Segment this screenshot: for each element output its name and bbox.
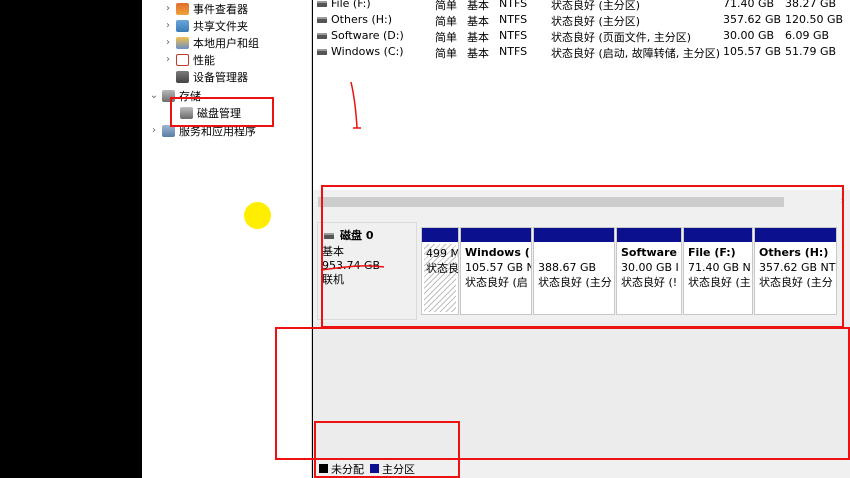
tree-item-label: 共享文件夹: [193, 19, 248, 33]
chevron-right-icon[interactable]: ›: [162, 54, 174, 65]
volume-row[interactable]: File (F:) 简单 基本 NTFS 状态良好 (主分区) 71.40 GB…: [313, 0, 850, 12]
volume-type: 基本: [467, 47, 489, 60]
event-viewer-icon: [176, 2, 189, 15]
chevron-right-icon[interactable]: ›: [162, 3, 174, 14]
volume-status: 状态良好 (主分区): [551, 15, 641, 28]
device-manager-icon: [176, 70, 189, 83]
performance-icon: [176, 53, 189, 66]
volume-status: 状态良好 (页面文件, 主分区): [551, 31, 692, 44]
shared-folder-icon: [176, 19, 189, 32]
tree-item-event-viewer[interactable]: › 事件查看器: [162, 0, 248, 17]
volume-name: Others (H:): [331, 13, 393, 26]
volume-row[interactable]: Software (D:) 简单 基本 NTFS 状态良好 (页面文件, 主分区…: [313, 28, 850, 44]
volume-fs: NTFS: [499, 13, 528, 26]
tree-item-label: 性能: [193, 53, 215, 67]
volume-type: 基本: [467, 31, 489, 44]
annotation-box-legend: [314, 421, 460, 478]
volume-free: 51.79 GB: [785, 45, 837, 58]
volume-type: 基本: [467, 15, 489, 28]
tree-item-label: 事件查看器: [193, 2, 248, 16]
volume-name: Software (D:): [331, 29, 404, 42]
volume-fs: NTFS: [499, 0, 528, 10]
volume-fs: NTFS: [499, 29, 528, 42]
volume-row[interactable]: Windows (C:) 简单 基本 NTFS 状态良好 (启动, 故障转储, …: [313, 44, 850, 60]
volume-icon: [317, 33, 327, 39]
volume-list: File (F:) 简单 基本 NTFS 状态良好 (主分区) 71.40 GB…: [313, 0, 850, 190]
volume-layout: 简单: [435, 47, 457, 60]
tree-item-performance[interactable]: › 性能: [162, 51, 215, 68]
volume-icon: [317, 17, 327, 23]
volume-icon: [317, 49, 327, 55]
volume-layout: 简单: [435, 31, 457, 44]
volume-capacity: 30.00 GB: [723, 29, 775, 42]
volume-name: Windows (C:): [331, 45, 404, 58]
tree-item-device-manager[interactable]: 设备管理器: [174, 68, 248, 85]
volume-name: File (F:): [331, 0, 371, 10]
volume-capacity: 71.40 GB: [723, 0, 775, 10]
volume-fs: NTFS: [499, 45, 528, 58]
local-users-icon: [176, 36, 189, 49]
volume-capacity: 105.57 GB: [723, 45, 782, 58]
volume-layout: 简单: [435, 15, 457, 28]
tree-item-local-users[interactable]: › 本地用户和组: [162, 34, 259, 51]
volume-free: 38.27 GB: [785, 0, 837, 10]
volume-capacity: 357.62 GB: [723, 13, 782, 26]
left-black-margin: [0, 0, 142, 478]
annotation-box-disk-management: [170, 97, 274, 127]
volume-free: 120.50 GB: [785, 13, 844, 26]
chevron-right-icon[interactable]: ›: [162, 20, 174, 31]
volume-row[interactable]: Others (H:) 简单 基本 NTFS 状态良好 (主分区) 357.62…: [313, 12, 850, 28]
cursor-highlight: [244, 202, 271, 229]
chevron-right-icon[interactable]: ›: [148, 125, 160, 136]
volume-free: 6.09 GB: [785, 29, 830, 42]
tree-item-shared-folders[interactable]: › 共享文件夹: [162, 17, 248, 34]
volume-icon: [317, 1, 327, 7]
volume-status: 状态良好 (启动, 故障转储, 主分区): [551, 47, 721, 60]
chevron-right-icon[interactable]: ›: [162, 37, 174, 48]
tree-item-label: 本地用户和组: [193, 36, 259, 50]
annotation-box-disk-view: [321, 185, 844, 328]
tree-item-label: 设备管理器: [193, 70, 248, 84]
chevron-down-icon[interactable]: ⌄: [148, 90, 160, 101]
